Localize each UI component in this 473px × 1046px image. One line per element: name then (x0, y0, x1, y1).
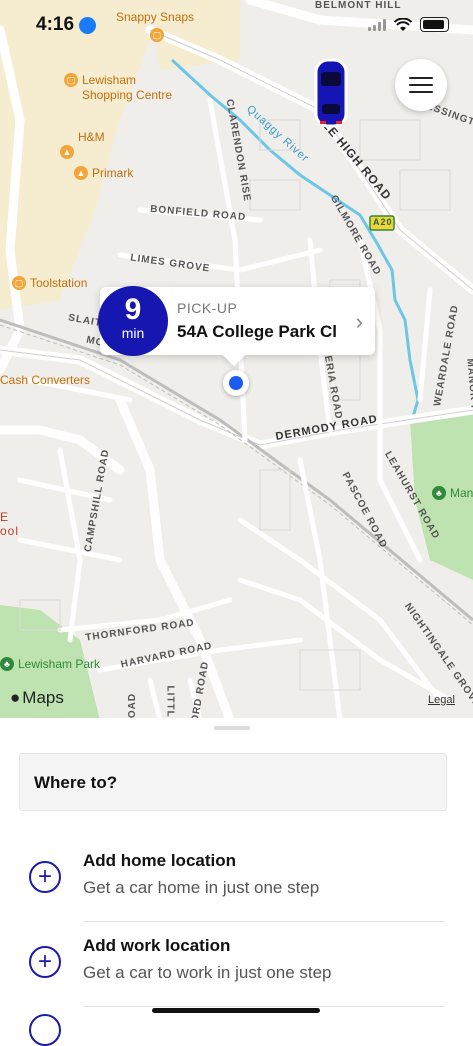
maps-logo-text: Maps (22, 688, 64, 707)
hamburger-line (409, 91, 433, 93)
sheet-handle[interactable] (214, 726, 250, 730)
hamburger-line (409, 77, 433, 79)
plus-circle-icon: + (29, 861, 61, 893)
eta-unit: min (121, 325, 145, 341)
poi-manor-house-gardens[interactable]: ♣ Man (432, 486, 473, 500)
poi-toolstation-label: Toolstation (30, 276, 88, 290)
home-indicator[interactable] (152, 1008, 320, 1013)
poi-lewisham-shopping-centre-label: Lewisham Shopping Centre (82, 73, 173, 102)
poi-toolstation[interactable]: ▢ Toolstation (12, 276, 87, 290)
poi-lewisham-park[interactable]: ♣ Lewisham Park (0, 657, 100, 671)
poi-hm[interactable]: H&M (62, 130, 105, 144)
pickup-address: 54A College Park Cl (177, 322, 337, 341)
wifi-icon (394, 17, 412, 31)
status-time: 4:16 (36, 14, 75, 35)
pickup-label: PICK-UP (177, 300, 238, 316)
location-pin-icon (223, 370, 249, 396)
poi-lewisham-shopping-centre[interactable]: ▢ Lewisham Shopping Centre (64, 73, 172, 103)
poi-hm-label: H&M (78, 130, 105, 144)
plus-circle-icon: + (29, 946, 61, 978)
poi-lewisham-park-label: Lewisham Park (18, 657, 101, 671)
map-label-a20: A20 (373, 217, 393, 227)
where-to-input[interactable]: Where to? (19, 753, 447, 811)
map-label-little: LITTLE (164, 685, 176, 720)
poi-cash-converters[interactable]: Cash Converters (0, 373, 90, 387)
shop-icon: ▢ (64, 73, 78, 87)
add-work-location-row[interactable]: + Add work location Get a car to work in… (0, 923, 473, 1007)
bottom-sheet: Where to? + Add home location Get a car … (0, 718, 473, 1024)
clothing-icon: ▲ (74, 166, 88, 180)
divider (83, 921, 445, 922)
poi-cash-converters-label: Cash Converters (0, 373, 91, 387)
park-icon: ♣ (432, 486, 446, 500)
status-icons (368, 17, 449, 32)
map-label-oad: OAD (127, 692, 139, 719)
add-home-location-row[interactable]: + Add home location Get a car home in ju… (0, 838, 473, 922)
divider (83, 1006, 445, 1007)
where-to-label: Where to? (34, 773, 118, 792)
map-label-school: E ool (0, 510, 20, 538)
menu-button[interactable] (395, 59, 447, 111)
apple-maps-logo: ● Maps (10, 688, 64, 708)
hamburger-line (409, 84, 433, 86)
add-home-subtitle: Get a car home in just one step (83, 878, 320, 897)
chevron-right-icon: › (355, 309, 363, 334)
poi-primark-label: Primark (92, 166, 134, 180)
eta-value: 9 (124, 293, 142, 326)
status-bar: 4:16 (0, 0, 473, 50)
legal-link[interactable]: Legal (428, 694, 455, 706)
park-icon: ♣ (0, 657, 14, 671)
add-work-subtitle: Get a car to work in just one step (83, 963, 332, 982)
car-icon (314, 58, 348, 128)
plus-circle-icon[interactable] (29, 1014, 61, 1046)
add-home-title: Add home location (83, 851, 236, 870)
clothing-icon: ▲ (60, 145, 74, 159)
eta-badge: 9 min (98, 286, 168, 356)
shop-icon: ▢ (12, 276, 26, 290)
apple-logo-icon: ● (10, 688, 21, 707)
location-services-icon (79, 17, 96, 34)
battery-icon (420, 17, 449, 32)
poi-manor-label: Man (450, 486, 473, 500)
add-work-title: Add work location (83, 936, 231, 955)
cellular-signal-icon (368, 18, 386, 31)
poi-primark[interactable]: ▲ Primark (74, 166, 133, 180)
